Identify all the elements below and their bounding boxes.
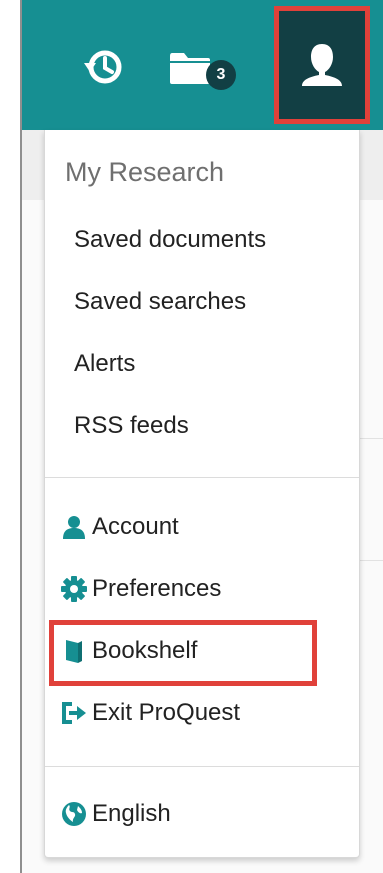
- menu-item-saved-searches[interactable]: Saved searches: [74, 288, 246, 316]
- menu-divider: [45, 766, 359, 767]
- sign-out-icon: [60, 699, 88, 727]
- bookshelf-highlight: [49, 620, 317, 686]
- menu-item-rss-feeds[interactable]: RSS feeds: [74, 412, 189, 440]
- saved-items-button[interactable]: 3: [166, 44, 256, 92]
- menu-item-exit-proquest[interactable]: Exit ProQuest: [60, 699, 240, 727]
- menu-item-label: Account: [92, 513, 179, 540]
- my-research-button[interactable]: [274, 6, 370, 124]
- folder-icon: [170, 53, 210, 84]
- saved-count-badge: 3: [206, 60, 236, 90]
- my-research-dropdown: My Research Saved documents Saved search…: [44, 130, 360, 858]
- menu-item-label: Exit ProQuest: [92, 699, 241, 726]
- screenshot-page: 3 My Research Saved documents Saved sear…: [0, 0, 383, 873]
- user-icon: [60, 513, 88, 541]
- top-toolbar: 3: [22, 0, 383, 130]
- user-icon: [302, 44, 342, 86]
- menu-item-alerts[interactable]: Alerts: [74, 350, 135, 378]
- menu-item-account[interactable]: Account: [60, 513, 179, 541]
- history-button[interactable]: [79, 43, 127, 91]
- gear-icon: [60, 575, 88, 603]
- menu-item-label: English: [92, 800, 171, 827]
- menu-item-preferences[interactable]: Preferences: [60, 575, 221, 603]
- history-icon: [84, 50, 122, 84]
- menu-divider: [45, 477, 359, 478]
- section-title: My Research: [65, 157, 225, 187]
- background-divider: [360, 560, 383, 561]
- menu-item-saved-documents[interactable]: Saved documents: [74, 226, 266, 254]
- background-divider: [360, 438, 383, 439]
- menu-item-language[interactable]: English: [60, 800, 171, 828]
- globe-icon: [60, 800, 88, 828]
- menu-item-label: Preferences: [92, 575, 222, 602]
